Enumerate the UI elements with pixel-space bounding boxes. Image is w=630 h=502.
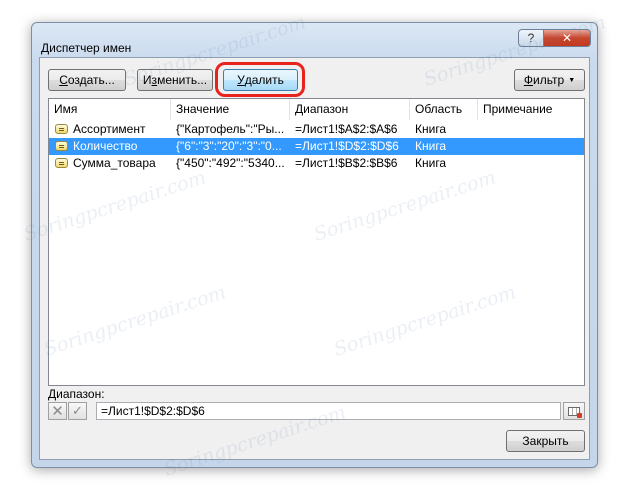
range-cell: =Лист1!$D$2:$D$6 [295,139,399,153]
column-header-value[interactable]: Значение [171,99,290,120]
delete-button-highlight [215,62,305,97]
dialog-client-area: Создать... Из менить... Удалить Фильтр ▼ … [39,57,590,460]
column-header-name[interactable]: Имя [49,99,171,120]
filter-label-rest: ильтр [532,73,565,87]
close-icon: ✕ [561,31,573,45]
range-reference-input[interactable] [96,402,561,420]
name-text: Сумма_товара [73,156,156,170]
value-cell: {"450":"492":"5340... [176,156,285,170]
note-cell [478,121,584,138]
column-header-note[interactable]: Примечание [478,99,584,120]
defined-name-icon [55,124,68,134]
create-button[interactable]: Создать... [48,69,126,91]
range-collapse-icon [568,406,582,418]
name-manager-dialog: Диспетчер имен ? ✕ Создать... Из менить..… [31,22,598,468]
edit-label-rest: менить... [157,73,208,87]
defined-name-icon [55,141,68,151]
note-cell [478,138,584,155]
checkmark-icon[interactable]: ✓ [68,402,87,420]
name-text: Ассортимент [73,122,146,136]
name-cell: Сумма_товара [49,155,171,172]
create-mnemonic: С [59,73,68,87]
close-window-button[interactable]: ✕ [543,29,591,47]
range-label: Диапазон: [48,387,105,401]
scope-cell: Книга [415,156,447,170]
filter-dropdown-button[interactable]: Фильтр ▼ [514,69,585,91]
names-list[interactable]: Имя Значение Диапазон Область Примечание… [48,98,585,386]
dropdown-arrow-icon: ▼ [568,76,576,84]
range-collapse-button[interactable] [563,402,585,420]
defined-name-icon [55,158,68,168]
name-cell: Количество [49,138,171,155]
title-bar[interactable]: Диспетчер имен ? ✕ [32,23,597,57]
table-row-selected[interactable]: Количество {"6":"3":"20":"3":"0... =Лист… [49,138,584,155]
edit-label-pre: И [142,73,152,87]
scope-cell: Книга [415,122,447,136]
help-button[interactable]: ? [518,29,544,47]
value-cell: {"Картофель":"Ры... [176,122,285,136]
window-title: Диспетчер имен [41,41,132,55]
value-cell: {"6":"3":"20":"3":"0... [176,139,282,153]
range-cell: =Лист1!$B$2:$B$6 [295,156,398,170]
note-cell [478,155,584,172]
filter-mnemonic: Ф [523,73,533,87]
name-cell: Ассортимент [49,121,171,138]
edit-button[interactable]: Из менить... [137,69,213,91]
scope-cell: Книга [415,139,447,153]
column-header-scope[interactable]: Область [410,99,478,120]
close-button[interactable]: Закрыть [506,430,585,452]
range-cell: =Лист1!$A$2:$A$6 [295,122,398,136]
list-header: Имя Значение Диапазон Область Примечание [49,99,584,120]
cancel-x-icon[interactable]: ✕ [48,402,67,420]
table-row[interactable]: Сумма_товара {"450":"492":"5340... =Лист… [49,155,584,172]
table-row[interactable]: Ассортимент {"Картофель":"Ры... =Лист1!$… [49,121,584,138]
column-header-range[interactable]: Диапазон [290,99,410,120]
name-text: Количество [73,139,138,153]
create-label-rest: оздать... [67,73,115,87]
